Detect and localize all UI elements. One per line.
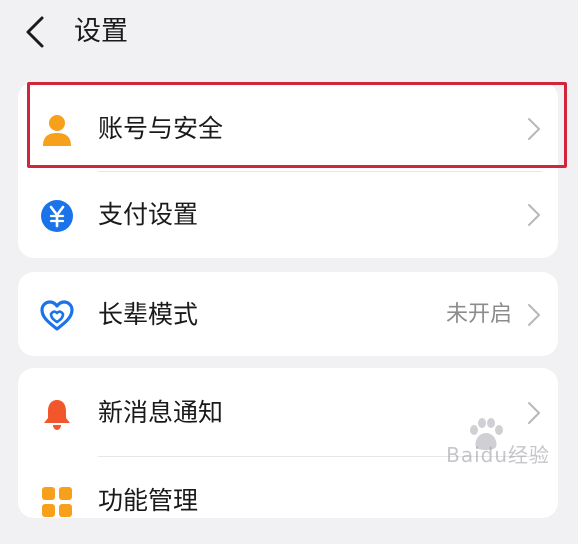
page-title: 设置 (74, 16, 128, 47)
settings-item-label: 功能管理 (98, 486, 199, 515)
settings-item-account-security[interactable]: 账号与安全 (18, 86, 558, 172)
grid-icon (42, 487, 72, 517)
chevron-right-icon (528, 402, 540, 424)
settings-item-value: 未开启 (445, 302, 512, 327)
settings-item-feature-management[interactable]: 功能管理 (18, 458, 558, 544)
chevron-right-icon (528, 204, 540, 226)
person-icon (43, 115, 71, 146)
back-button[interactable] (18, 12, 52, 52)
settings-item-payment[interactable]: 支付设置 (18, 172, 558, 258)
chevron-left-icon (26, 16, 44, 48)
settings-item-elder-mode[interactable]: 长辈模式 未开启 (18, 272, 558, 358)
settings-item-label: 新消息通知 (98, 398, 224, 427)
settings-item-label: 支付设置 (98, 200, 199, 229)
chevron-right-icon (528, 304, 540, 326)
chevron-right-icon (528, 118, 540, 140)
settings-group-account: 账号与安全 支付设置 (18, 82, 558, 258)
settings-group-elder: 长辈模式 未开启 (18, 272, 558, 356)
bell-icon (44, 400, 70, 430)
settings-item-label: 账号与安全 (98, 114, 224, 143)
settings-item-label: 长辈模式 (98, 300, 199, 329)
watermark-text: Baidu经验 (446, 443, 550, 467)
yuan-icon (41, 200, 73, 232)
header-bar: 设置 (0, 0, 578, 64)
heart-icon (40, 300, 74, 331)
